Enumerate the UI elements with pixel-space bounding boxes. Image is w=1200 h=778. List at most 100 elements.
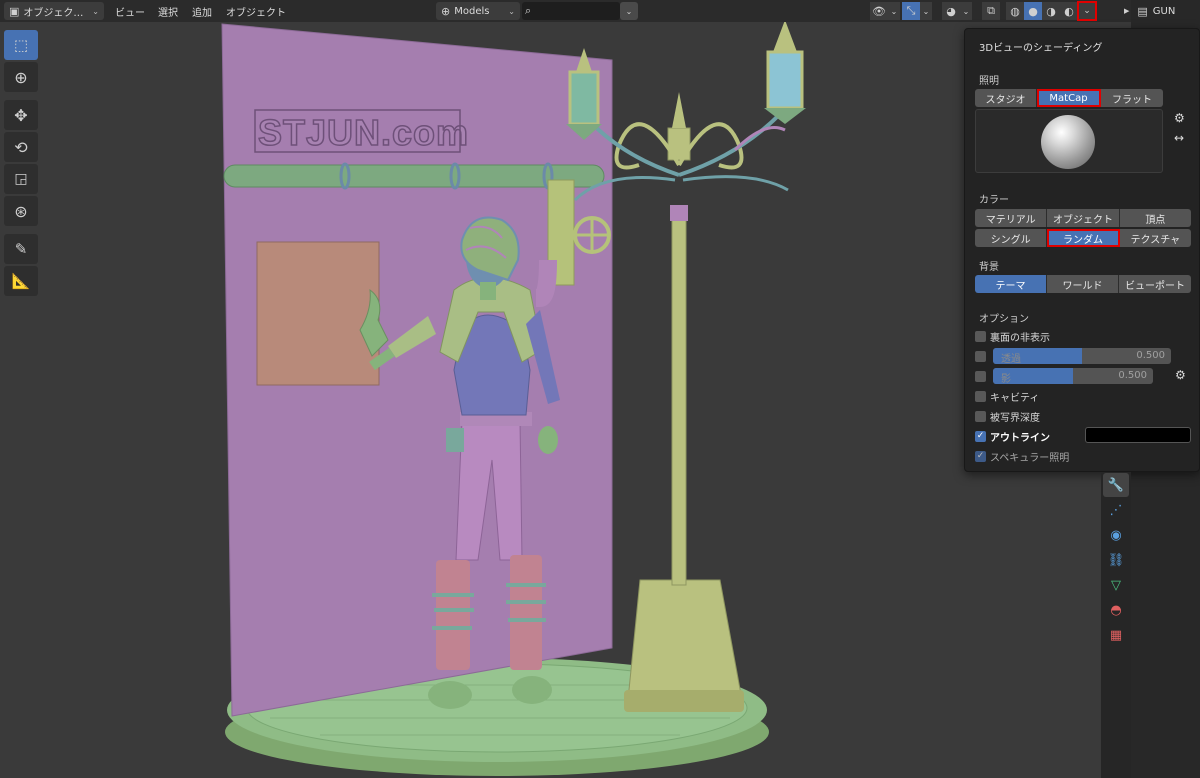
visibility-group: 👁 ⌄ [870, 2, 900, 20]
shading-rendered-button[interactable]: ◐ [1060, 2, 1078, 20]
overlay-dropdown[interactable]: ⌄ [960, 2, 972, 20]
chevron-down-icon: ⌄ [92, 6, 99, 16]
matcap-preview[interactable] [975, 109, 1163, 173]
overlay-toggle-button[interactable]: ◕ [942, 2, 960, 20]
popover-title: 3Dビューのシェーディング [979, 43, 1103, 54]
matcap-sphere [1041, 115, 1095, 169]
wall-sign: STJUN.com [258, 112, 469, 153]
menu-select[interactable]: 選択 [153, 2, 183, 20]
specular-checkbox[interactable]: ✓ [975, 450, 986, 462]
gear-icon[interactable]: ⚙ [1174, 111, 1185, 125]
color-options: マテリアル オブジェクト 頂点 シングル ランダム テクスチャ [975, 209, 1191, 249]
xray-label: 透過 [1001, 354, 1021, 364]
modifier-wrench-icon[interactable]: 🔧 [1103, 473, 1129, 497]
shadow-slider[interactable]: 影 0.500 [993, 368, 1153, 384]
particles-icon[interactable]: ⋰ [1103, 498, 1129, 522]
mode-label: オブジェク… [23, 7, 84, 19]
annotate-tool[interactable]: ✎ [4, 234, 38, 264]
xray-slider[interactable]: 透過 0.500 [993, 348, 1171, 364]
visibility-dropdown[interactable]: ⌄ [888, 2, 900, 20]
options-label: オプション [979, 314, 1029, 325]
cursor-tool[interactable]: ⊕ [4, 62, 38, 92]
overlay-group: ◕ ⌄ [942, 2, 972, 20]
measure-ruler-icon: 📐 [11, 272, 31, 290]
search-dropdown[interactable]: ⌄ [620, 2, 638, 20]
xray-value: 0.500 [1136, 350, 1165, 361]
outliner-item[interactable]: ▶ ▤ GUN [1124, 3, 1175, 19]
shadow-value: 0.500 [1118, 370, 1147, 381]
lighting-options: スタジオ MatCap フラット [975, 89, 1163, 107]
lighting-matcap-button[interactable]: MatCap [1037, 89, 1101, 107]
material-icon[interactable]: ◓ [1103, 598, 1129, 622]
dof-checkbox[interactable] [975, 410, 986, 422]
backface-checkbox[interactable] [975, 330, 986, 342]
gear-icon[interactable]: ⚙ [1175, 368, 1186, 382]
eye-icon: 👁 [872, 4, 886, 18]
background-world-button[interactable]: ワールド [1047, 275, 1119, 293]
menu-add[interactable]: 追加 [187, 2, 217, 20]
measure-tool[interactable]: 📐 [4, 266, 38, 296]
color-vertex-button[interactable]: 頂点 [1119, 209, 1191, 227]
lighting-flat-button[interactable]: フラット [1101, 89, 1163, 107]
outline-checkbox[interactable]: ✓ [975, 430, 986, 442]
transform-tool[interactable]: ⊛ [4, 196, 38, 226]
background-viewport-button[interactable]: ビューポート [1119, 275, 1191, 293]
texture-checker-icon[interactable]: ▦ [1103, 623, 1129, 647]
move-arrows-icon: ✥ [14, 105, 28, 125]
material-sphere-icon: ◑ [1046, 4, 1056, 18]
cavity-checkbox[interactable] [975, 390, 986, 402]
color-material-button[interactable]: マテリアル [975, 209, 1048, 227]
menu-object[interactable]: オブジェクト [221, 2, 291, 20]
gizmo-toggle-button[interactable]: ⤡ [902, 2, 920, 20]
color-texture-button[interactable]: テクスチャ [1119, 229, 1191, 247]
specular-option[interactable]: ✓ スペキュラー照明 [975, 448, 1069, 464]
properties-tabs: 🔧 ⋰ ◉ ⛓ ▽ ◓ ▦ [1101, 472, 1131, 778]
backface-option[interactable]: 裏面の非表示 [975, 328, 1050, 344]
shading-options-dropdown[interactable]: ⌄ [1077, 1, 1097, 21]
shading-mode-group: ◍ ● ◑ ◐ ⌄ [1006, 1, 1097, 21]
shadow-label: 影 [1001, 374, 1011, 384]
chevron-down-icon: ⌄ [962, 6, 970, 16]
flip-horizontal-icon[interactable]: ↔ [1174, 131, 1184, 145]
outline-option[interactable]: ✓ アウトライン [975, 428, 1050, 444]
gizmo-group: ⤡ ⌄ [902, 2, 932, 20]
lighting-studio-button[interactable]: スタジオ [975, 89, 1037, 107]
collection-box-icon: ▤ [1137, 4, 1148, 18]
physics-icon[interactable]: ◉ [1103, 523, 1129, 547]
cavity-option[interactable]: キャビティ [975, 388, 1039, 404]
select-box-tool[interactable]: ⬚ [4, 30, 38, 60]
scale-tool[interactable]: ◲ [4, 164, 38, 194]
shading-solid-button[interactable]: ● [1024, 2, 1042, 20]
color-random-button[interactable]: ランダム [1047, 229, 1120, 247]
xray-checkbox[interactable] [975, 350, 986, 362]
shading-material-button[interactable]: ◑ [1042, 2, 1060, 20]
tool-shelf: ⬚ ⊕ ✥ ⟲ ◲ ⊛ ✎ 📐 [4, 30, 40, 298]
xray-toggle-button[interactable]: ⧉ [982, 2, 1000, 20]
object-data-icon[interactable]: ▽ [1103, 573, 1129, 597]
solid-sphere-icon: ● [1028, 4, 1038, 18]
rotate-tool[interactable]: ⟲ [4, 132, 38, 162]
pipe-horizontal [223, 164, 605, 188]
overlay-icon: ◕ [946, 4, 956, 18]
visibility-eye-button[interactable]: 👁 [870, 2, 888, 20]
color-object-button[interactable]: オブジェクト [1047, 209, 1120, 227]
move-tool[interactable]: ✥ [4, 100, 38, 130]
shadow-checkbox[interactable] [975, 370, 986, 382]
outline-color-swatch[interactable] [1085, 427, 1191, 443]
collection-selector[interactable]: ⊕ Models ⌄ [436, 2, 520, 20]
object-mode-icon: ▣ [9, 4, 20, 18]
background-label: 背景 [979, 262, 999, 273]
scale-icon: ◲ [14, 171, 28, 187]
color-single-button[interactable]: シングル [975, 229, 1048, 247]
annotate-pencil-icon: ✎ [14, 240, 28, 258]
mode-selector[interactable]: ▣ オブジェク… ⌄ [4, 2, 104, 20]
xray-group: ⧉ [982, 2, 1000, 20]
background-theme-button[interactable]: テーマ [975, 275, 1047, 293]
constraints-icon[interactable]: ⛓ [1103, 548, 1129, 572]
shading-wireframe-button[interactable]: ◍ [1006, 2, 1024, 20]
search-icon: ⌕ [525, 4, 532, 17]
search-input[interactable]: ⌕ [522, 2, 620, 20]
dof-option[interactable]: 被写界深度 [975, 408, 1040, 424]
menu-view[interactable]: ビュー [110, 2, 150, 20]
gizmo-dropdown[interactable]: ⌄ [920, 2, 932, 20]
